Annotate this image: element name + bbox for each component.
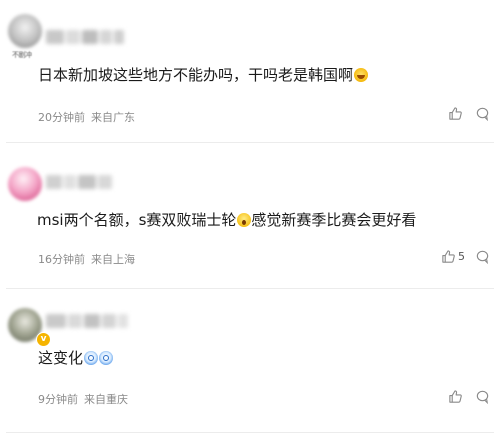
verified-badge-icon: v	[36, 332, 51, 347]
comment-icon	[475, 106, 490, 121]
username[interactable]	[46, 175, 112, 189]
dizzy-face-emoji-icon	[99, 351, 114, 365]
comment-time: 20分钟前	[38, 111, 85, 124]
comment-text-content: 这变化	[38, 349, 84, 367]
comment-item: 不剧冲 日本新加坡这些地方不能办吗，干吗老是韩国啊 20分钟前 来自广东	[0, 0, 500, 140]
comment-text: msi两个名额，s赛双败瑞士轮 感觉新赛季比赛会更好看	[37, 210, 416, 230]
username[interactable]	[46, 30, 124, 44]
comment-location: 来自广东	[91, 111, 135, 124]
comment-icon	[475, 389, 490, 404]
like-button[interactable]: 5	[441, 249, 465, 264]
comment-meta: 20分钟前 来自广东	[38, 109, 135, 125]
comment-item: v 这变化 9分钟前 来自重庆	[0, 290, 500, 440]
avatar[interactable]	[8, 14, 42, 48]
divider	[6, 142, 494, 143]
laughing-emoji-icon	[354, 68, 369, 82]
reply-button[interactable]	[475, 389, 490, 404]
comment-text-part-2: 感觉新赛季比赛会更好看	[251, 211, 417, 229]
dizzy-face-emoji-icon	[84, 351, 99, 365]
comment-location: 来自重庆	[84, 393, 128, 406]
like-button[interactable]	[448, 106, 465, 121]
comment-actions: 5	[441, 249, 490, 264]
divider	[6, 288, 494, 289]
comment-time: 16分钟前	[38, 253, 85, 266]
comment-text: 日本新加坡这些地方不能办吗，干吗老是韩国啊	[38, 65, 369, 85]
comment-actions	[448, 389, 490, 404]
avatar[interactable]	[8, 167, 42, 201]
comment-time: 9分钟前	[38, 393, 78, 406]
reply-button[interactable]	[475, 249, 490, 264]
comment-meta: 9分钟前 来自重庆	[38, 391, 128, 407]
comment-item: msi两个名额，s赛双败瑞士轮 感觉新赛季比赛会更好看 16分钟前 来自上海 5	[0, 145, 500, 288]
thumbs-up-icon	[448, 106, 463, 121]
comment-text-content: 日本新加坡这些地方不能办吗，干吗老是韩国啊	[38, 66, 354, 84]
shocked-emoji-icon	[237, 213, 252, 227]
divider	[6, 432, 494, 433]
avatar-caption: 不剧冲	[12, 51, 32, 59]
thumbs-up-icon	[441, 249, 456, 264]
comment-meta: 16分钟前 来自上海	[38, 251, 135, 267]
username[interactable]	[46, 314, 128, 328]
comment-text: 这变化	[38, 348, 114, 368]
thumbs-up-icon	[448, 389, 463, 404]
comment-text-part-1: msi两个名额，s赛双败瑞士轮	[37, 211, 237, 229]
reply-button[interactable]	[475, 106, 490, 121]
like-count: 5	[458, 250, 465, 263]
like-button[interactable]	[448, 389, 465, 404]
comment-location: 来自上海	[91, 253, 135, 266]
comment-actions	[448, 106, 490, 121]
comment-icon	[475, 249, 490, 264]
